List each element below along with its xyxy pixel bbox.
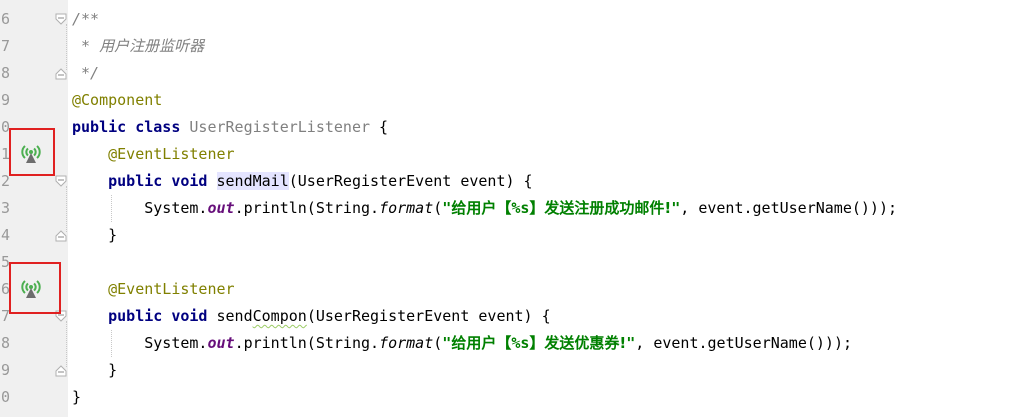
class-name: UserRegisterListener <box>189 118 371 136</box>
method-params: (UserRegisterEvent event) { <box>306 307 551 325</box>
format-call: format <box>379 334 434 352</box>
code-line: System.out.println(String.format("给用户【%s… <box>72 195 897 222</box>
string-literal: "给用户【%s】发送优惠券!" <box>442 334 635 352</box>
code-line: public class UserRegisterListener { <box>72 114 388 141</box>
string-literal: "给用户【%s】发送注册成功邮件!" <box>442 199 680 217</box>
keyword-public: public <box>108 172 163 190</box>
line-number: 4 <box>1 226 11 244</box>
string-placeholder: %s <box>511 334 530 352</box>
code-line: @EventListener <box>72 276 235 303</box>
close-brace: } <box>108 226 118 244</box>
class-annotation: @Component <box>72 91 163 109</box>
call-args: , event.getUserName())); <box>635 334 853 352</box>
code-line: public void sendCompon(UserRegisterEvent… <box>72 303 551 330</box>
keyword-public: public <box>108 307 163 325</box>
close-brace: } <box>108 361 118 379</box>
indent-guide <box>66 321 67 367</box>
system-ref: System. <box>144 199 208 217</box>
method-params: (UserRegisterEvent event) { <box>288 172 533 190</box>
method-name-prefix: send <box>216 307 253 325</box>
indent-guide <box>66 24 67 70</box>
string-text: 】发送优惠券! <box>529 334 627 352</box>
method-name-sendcompon[interactable]: sendCompon <box>217 307 307 325</box>
event-listener-icon[interactable] <box>19 141 43 165</box>
doc-comment-star: * <box>72 37 100 55</box>
code-line: } <box>72 222 117 249</box>
indent-guide <box>66 186 67 232</box>
line-number: 9 <box>1 91 11 109</box>
method-name-sendmail[interactable]: sendMail <box>216 172 289 190</box>
string-text: 给用户【 <box>451 199 512 217</box>
field-out: out <box>207 334 235 352</box>
string-quote: " <box>671 199 681 217</box>
code-line: System.out.println(String.format("给用户【%s… <box>72 330 852 357</box>
keyword-class: class <box>135 118 181 136</box>
code-line: /** <box>72 6 99 33</box>
code-line: */ <box>72 60 99 87</box>
string-placeholder: %s <box>511 199 530 217</box>
typo-underline: Compon <box>252 307 307 325</box>
paren-open: ( <box>433 199 443 217</box>
keyword-void: void <box>171 172 208 190</box>
println-call: .println(String. <box>234 199 380 217</box>
string-quote: " <box>626 334 636 352</box>
line-number: 3 <box>1 199 11 217</box>
call-args: , event.getUserName())); <box>680 199 898 217</box>
string-text: 给用户【 <box>451 334 512 352</box>
close-brace: } <box>72 388 82 406</box>
line-number: 6 <box>1 10 11 28</box>
code-line: @Component <box>72 87 162 114</box>
line-number: 8 <box>1 64 11 82</box>
code-line: } <box>72 357 117 384</box>
string-text: 】发送注册成功邮件! <box>529 199 672 217</box>
keyword-public: public <box>72 118 127 136</box>
string-quote: " <box>442 334 452 352</box>
line-number: 0 <box>1 388 11 406</box>
keyword-void: void <box>171 307 208 325</box>
code-line: public void sendMail(UserRegisterEvent e… <box>72 168 533 195</box>
line-number: 9 <box>1 361 11 379</box>
field-out: out <box>207 199 235 217</box>
line-number: 7 <box>1 37 11 55</box>
format-call: format <box>379 199 434 217</box>
open-brace: { <box>370 118 389 136</box>
code-line: * 用户注册监听器 <box>72 33 204 60</box>
println-call: .println(String. <box>234 334 380 352</box>
string-quote: " <box>442 199 452 217</box>
paren-open: ( <box>433 334 443 352</box>
code-line: } <box>72 384 81 411</box>
event-listener-icon[interactable] <box>19 276 43 300</box>
code-line: @EventListener <box>72 141 235 168</box>
doc-comment-open: /** <box>72 10 100 28</box>
method-annotation: @EventListener <box>108 280 235 298</box>
doc-comment-close: */ <box>72 64 100 82</box>
doc-comment-text: 用户注册监听器 <box>99 37 205 55</box>
method-annotation: @EventListener <box>108 145 235 163</box>
system-ref: System. <box>144 334 208 352</box>
line-number: 8 <box>1 334 11 352</box>
